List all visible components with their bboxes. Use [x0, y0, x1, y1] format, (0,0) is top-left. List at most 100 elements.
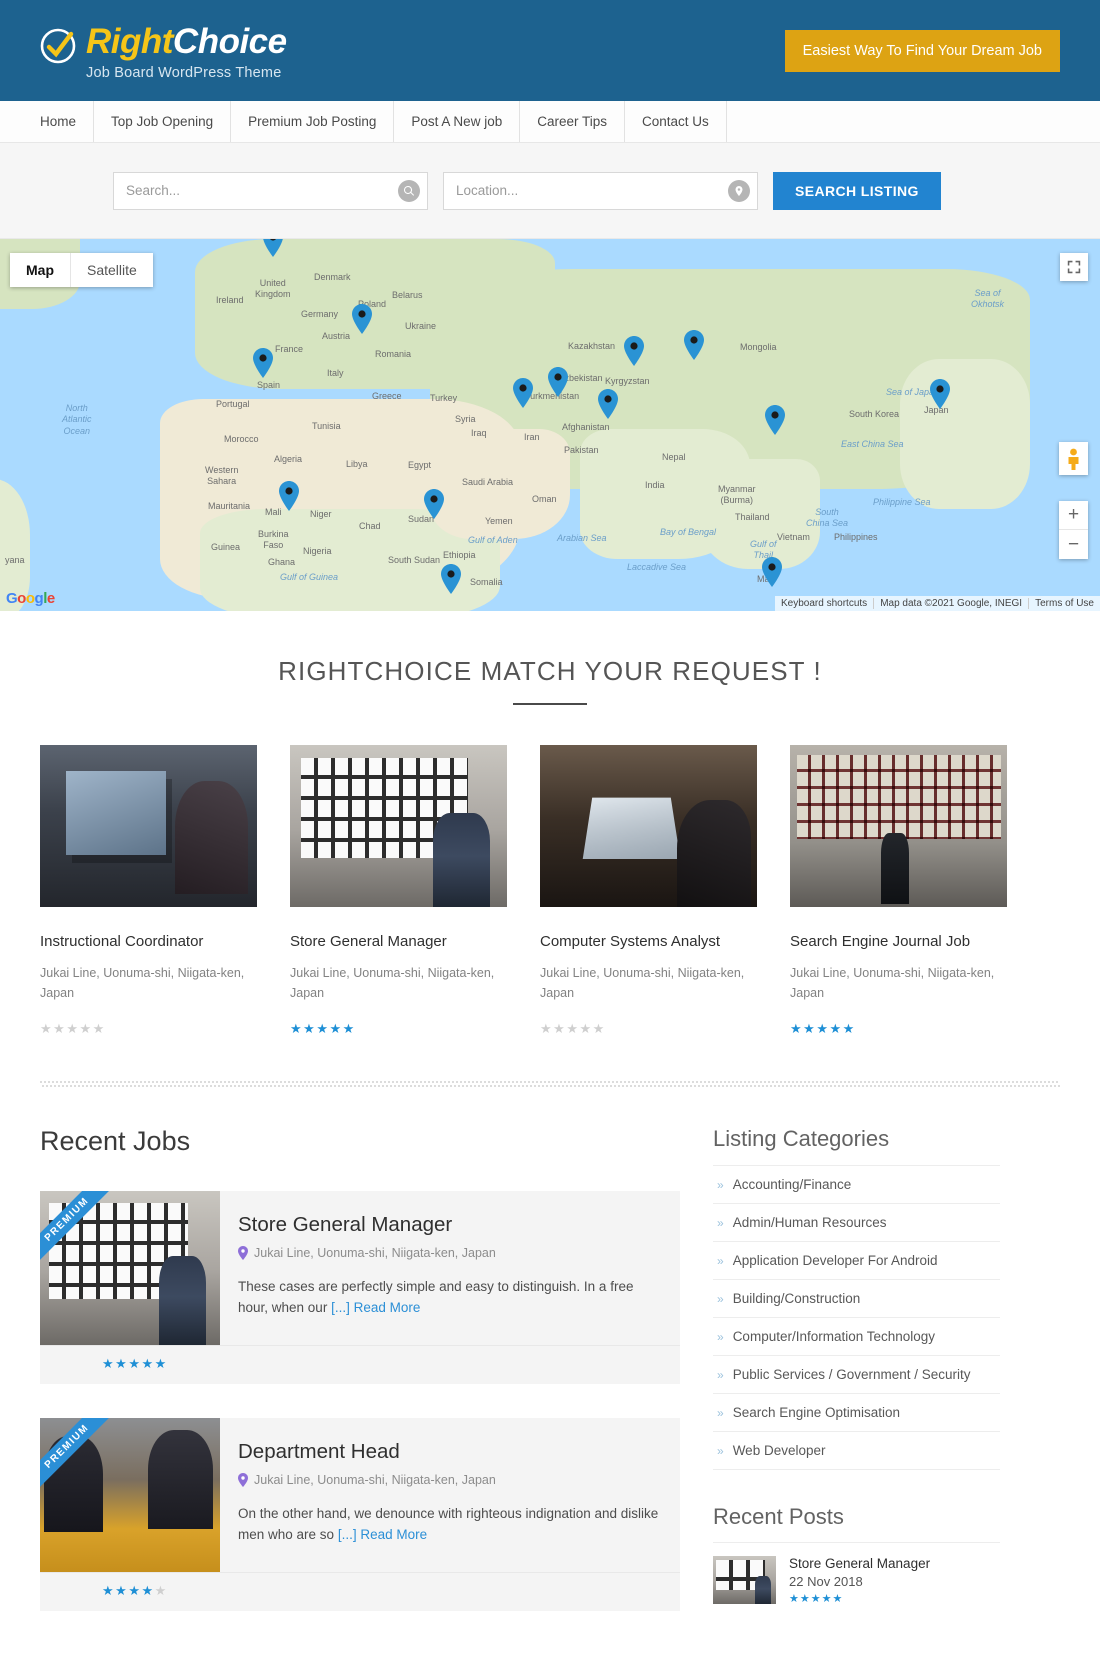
star-2: ★: [553, 1021, 567, 1036]
job-card[interactable]: PREMIUM Store General Manager Jukai Line, …: [40, 1191, 680, 1345]
nav-item-home[interactable]: Home: [28, 101, 95, 142]
terms-of-use-link[interactable]: Terms of Use: [1028, 598, 1100, 609]
content-area: Recent Jobs PREMIUM Store General Manager…: [0, 1088, 1100, 1611]
map-label: Ghana: [268, 557, 296, 567]
job-rating: ★★★★★: [290, 1021, 507, 1037]
map-marker-pin[interactable]: [352, 304, 372, 334]
category-label: Application Developer For Android: [732, 1253, 938, 1268]
job-title[interactable]: Instructional Coordinator: [40, 933, 257, 950]
fullscreen-icon[interactable]: [1060, 253, 1088, 281]
job-thumbnail[interactable]: PREMIUM: [40, 1191, 220, 1345]
map-marker-pin[interactable]: [598, 389, 618, 419]
post-title[interactable]: Store General Manager: [789, 1556, 930, 1571]
map-marker-pin[interactable]: [684, 330, 704, 360]
map-marker-pin[interactable]: [253, 348, 273, 378]
map-label: Afghanistan: [562, 422, 610, 432]
nav-item-contact-us[interactable]: Contact Us: [625, 101, 727, 142]
map-label: Denmark: [314, 272, 351, 282]
job-title[interactable]: Store General Manager: [290, 933, 507, 950]
featured-job-card[interactable]: Search Engine Journal Job Jukai Line, Uon…: [790, 745, 1007, 1037]
nav-item-top-job-opening[interactable]: Top Job Opening: [94, 101, 232, 142]
zoom-in-button[interactable]: +: [1059, 501, 1088, 530]
category-list-item[interactable]: » Search Engine Optimisation: [713, 1394, 1000, 1432]
post-thumbnail[interactable]: [713, 1556, 776, 1604]
map-marker-pin[interactable]: [762, 557, 782, 587]
job-title[interactable]: Computer Systems Analyst: [540, 933, 757, 950]
category-list-item[interactable]: » Application Developer For Android: [713, 1242, 1000, 1280]
search-icon[interactable]: [398, 179, 420, 202]
post-date: 22 Nov 2018: [789, 1574, 863, 1589]
street-view-pegman-icon[interactable]: [1059, 442, 1088, 475]
job-thumbnail[interactable]: [290, 745, 507, 907]
search-input[interactable]: [113, 171, 428, 210]
chevron-right-icon: »: [717, 1291, 724, 1306]
job-thumbnail[interactable]: PREMIUM: [40, 1418, 220, 1572]
job-title[interactable]: Search Engine Journal Job: [790, 933, 1007, 950]
map-marker-pin[interactable]: [548, 367, 568, 397]
category-list-item[interactable]: » Web Developer: [713, 1432, 1000, 1470]
map-label: Oman: [532, 494, 557, 504]
job-card[interactable]: PREMIUM Department Head Jukai Line, Uonuma…: [40, 1418, 680, 1572]
nav-item-career-tips[interactable]: Career Tips: [520, 101, 625, 142]
map-marker-pin[interactable]: [263, 239, 283, 257]
job-excerpt: On the other hand, we denounce with righ…: [238, 1504, 660, 1546]
map-marker-pin[interactable]: [930, 379, 950, 409]
featured-job-card[interactable]: Instructional Coordinator Jukai Line, Uon…: [40, 745, 257, 1037]
read-more-ellipsis[interactable]: [...]: [338, 1527, 357, 1542]
map-marker-pin[interactable]: [624, 336, 644, 366]
category-list-item[interactable]: » Accounting/Finance: [713, 1166, 1000, 1204]
map-label: Western Sahara: [205, 465, 239, 487]
map-label: Vietnam: [777, 532, 810, 542]
category-list-item[interactable]: » Computer/Information Technology: [713, 1318, 1000, 1356]
search-listing-button[interactable]: SEARCH LISTING: [773, 171, 941, 210]
map-label: Belarus: [392, 290, 423, 300]
location-input[interactable]: [443, 171, 758, 210]
job-thumbnail[interactable]: [40, 745, 257, 907]
map-marker-pin[interactable]: [513, 378, 533, 408]
star-4: ★: [141, 1583, 155, 1598]
featured-job-card[interactable]: Computer Systems Analyst Jukai Line, Uonu…: [540, 745, 757, 1037]
job-excerpt-text: These cases are perfectly simple and eas…: [238, 1279, 634, 1315]
logo-word-right: Right: [86, 22, 173, 62]
job-thumbnail[interactable]: [540, 745, 757, 907]
map-type-satellite[interactable]: Satellite: [70, 253, 153, 287]
job-location: Jukai Line, Uonuma-shi, Niigata-ken, Jap…: [238, 1246, 660, 1260]
job-title[interactable]: Department Head: [238, 1440, 660, 1464]
location-pin-icon[interactable]: [728, 179, 750, 202]
star-1: ★: [40, 1021, 54, 1036]
chevron-right-icon: »: [717, 1367, 724, 1382]
map-type-map[interactable]: Map: [10, 253, 70, 287]
map-label: Philippines: [834, 532, 878, 542]
recent-post-item[interactable]: Store General Manager 22 Nov 2018 ★★★★★: [713, 1542, 1000, 1605]
map-data-credit: Map data ©2021 Google, INEGI: [873, 598, 1028, 609]
read-more-link[interactable]: Read More: [354, 1300, 421, 1315]
category-list-item[interactable]: » Building/Construction: [713, 1280, 1000, 1318]
job-rating: ★★★★★: [790, 1021, 1007, 1037]
map-marker-pin[interactable]: [765, 405, 785, 435]
nav-item-premium-job-posting[interactable]: Premium Job Posting: [231, 101, 395, 142]
map-marker-pin[interactable]: [441, 564, 461, 594]
category-list-item[interactable]: » Public Services / Government / Security: [713, 1356, 1000, 1394]
star-1: ★: [102, 1356, 116, 1371]
map-marker-pin[interactable]: [424, 489, 444, 519]
featured-job-card[interactable]: Store General Manager Jukai Line, Uonuma-…: [290, 745, 507, 1037]
cta-button[interactable]: Easiest Way To Find Your Dream Job: [784, 29, 1060, 72]
read-more-ellipsis[interactable]: [...]: [331, 1300, 350, 1315]
site-logo[interactable]: RightChoice Job Board WordPress Theme: [40, 20, 287, 81]
map-label: Kyrgyzstan: [605, 376, 650, 386]
job-location: Jukai Line, Uonuma-shi, Niigata-ken, Jap…: [40, 966, 245, 1000]
job-title[interactable]: Store General Manager: [238, 1213, 660, 1237]
map-label: Sea of Okhotsk: [971, 288, 1005, 310]
read-more-link[interactable]: Read More: [360, 1527, 427, 1542]
keyboard-shortcuts-link[interactable]: Keyboard shortcuts: [775, 598, 873, 609]
zoom-out-button[interactable]: −: [1059, 530, 1088, 559]
job-location: Jukai Line, Uonuma-shi, Niigata-ken, Jap…: [790, 966, 995, 1000]
category-list-item[interactable]: » Admin/Human Resources: [713, 1204, 1000, 1242]
map-attribution: Keyboard shortcuts Map data ©2021 Google…: [775, 596, 1100, 611]
map-label: South Korea: [849, 409, 900, 419]
job-thumbnail[interactable]: [790, 745, 1007, 907]
map-label: Ethiopia: [443, 550, 476, 560]
map-marker-pin[interactable]: [279, 481, 299, 511]
jobs-map[interactable]: Map Satellite + − Google Keyboard shortc…: [0, 239, 1100, 611]
nav-item-post-a-new-job[interactable]: Post A New job: [394, 101, 521, 142]
